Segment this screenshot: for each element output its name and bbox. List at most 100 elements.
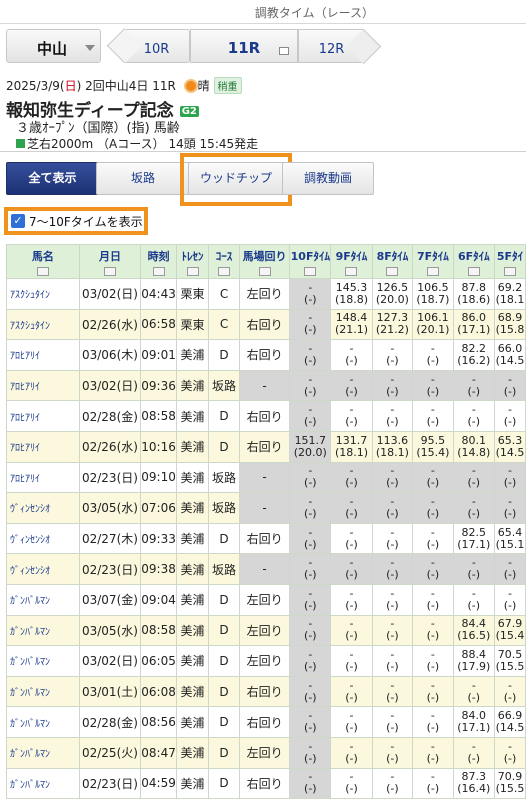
race-weekday: 日 — [64, 79, 77, 93]
horse-name-link[interactable]: ｱｽｸｼｭﾀｲﾝ — [6, 278, 80, 310]
lap-value: (18.6) — [457, 292, 491, 306]
sort-icon[interactable] — [345, 267, 358, 276]
column-header[interactable]: 8Fﾀｲﾑ — [371, 244, 414, 279]
filter-all-button[interactable]: 全て表示 — [6, 162, 99, 195]
lap-value: (-) — [345, 782, 358, 796]
lap-value: (-) — [304, 629, 317, 643]
horse-name-link[interactable]: ｳﾞｨﾝｾﾝｼｵ — [6, 553, 80, 585]
cell-center: 美浦 — [175, 369, 210, 402]
cell-date: 02/23(日) — [78, 767, 142, 800]
table-row[interactable]: ｱﾛﾋｱﾘｲ 02/26(水) 10:16 美浦 D 右回り 151.7 (20.0) 131.… — [6, 430, 526, 463]
sort-icon[interactable] — [152, 267, 165, 276]
cell-t7: - (-) — [412, 492, 454, 524]
cell-t9: - (-) — [330, 522, 373, 555]
table-row[interactable]: ｶﾞﾝﾊﾞﾙﾏﾝ 02/28(金) 08:56 美浦 D 右回り - (-) - (-) - (-) -… — [6, 706, 526, 738]
lap-value: (-) — [386, 690, 399, 704]
training-table-wrap[interactable]: 馬名 月日 時刻 ﾄﾚｾﾝ ｺｰｽ 馬場回り 10Fﾀｲﾑ 9Fﾀｲﾑ 8Fﾀｲﾑ 7Fﾀｲﾑ 6F… — [6, 244, 526, 812]
cell-date: 03/02(日) — [78, 645, 142, 677]
horse-name-link[interactable]: ｶﾞﾝﾊﾞﾙﾏﾝ — [6, 675, 80, 708]
table-row[interactable]: ｱｽｸｼｭﾀｲﾝ 03/02(日) 04:43 栗東 C 左回り - (-) 145.3 (18.… — [6, 278, 526, 310]
lap-value: (-) — [503, 476, 517, 490]
cell-t9: 145.3 (18.8) — [330, 278, 373, 310]
time-toggle-label[interactable]: 7〜10Fタイムを表示 — [29, 213, 143, 230]
lap-value: (-) — [426, 568, 440, 582]
table-row[interactable]: ｱﾛﾋｱﾘｲ 03/06(木) 09:01 美浦 D 右回り - (-) - (-) - (-) - (-… — [6, 339, 526, 371]
filter-slope-button[interactable]: 坂路 — [96, 162, 190, 195]
sort-icon[interactable] — [103, 267, 116, 276]
horse-name-link[interactable]: ｳﾞｨﾝｾﾝｼｵ — [6, 492, 80, 524]
cell-t10: - (-) — [289, 583, 332, 616]
next-race-tab[interactable]: 12R — [298, 29, 364, 63]
race-number: 11R — [152, 79, 176, 93]
column-header[interactable]: 月日 — [78, 244, 142, 279]
time-toggle-frame: ✓ 7〜10Fタイムを表示 — [4, 207, 148, 235]
horse-name-link[interactable]: ｶﾞﾝﾊﾞﾙﾏﾝ — [6, 736, 80, 769]
cell-course: 坂路 — [208, 553, 240, 585]
column-header[interactable]: ｺｰｽ — [208, 244, 240, 279]
table-row[interactable]: ｶﾞﾝﾊﾞﾙﾏﾝ 02/23(日) 04:59 美浦 D 右回り - (-) - (-) - (-) -… — [6, 767, 526, 800]
prev-race-tab[interactable]: 10R — [124, 29, 190, 63]
column-header[interactable]: 5Fﾀｲ — [494, 244, 526, 279]
cell-time: 09:38 — [140, 553, 177, 585]
column-header[interactable]: 10Fﾀｲﾑ — [289, 244, 332, 279]
cell-t5: 70.5 (15.5 — [494, 645, 526, 677]
page-title: 調教タイム（レース） — [254, 6, 374, 20]
horse-name-link[interactable]: ｱﾛﾋｱﾘｲ — [6, 461, 80, 494]
horse-name-link[interactable]: ｶﾞﾝﾊﾞﾙﾏﾝ — [6, 767, 80, 800]
column-header[interactable]: 9Fﾀｲﾑ — [330, 244, 373, 279]
table-row[interactable]: ｳﾞｨﾝｾﾝｼｵ 02/23(日) 09:38 美浦 坂路 - - (-) - (-) - (-) -(… — [6, 553, 526, 585]
table-row[interactable]: ｱﾛﾋｱﾘｲ 03/02(日) 09:36 美浦 坂路 - - (-) - (-) - (-) - (-)… — [6, 369, 526, 402]
horse-name-link[interactable]: ｶﾞﾝﾊﾞﾙﾏﾝ — [6, 583, 80, 616]
cell-course: D — [208, 645, 240, 677]
horse-name-link[interactable]: ｶﾞﾝﾊﾞﾙﾏﾝ — [6, 706, 80, 738]
table-row[interactable]: ｱﾛﾋｱﾘｲ 02/23(日) 09:10 美浦 坂路 - - (-) - (-) - (-) - (-)… — [6, 461, 526, 494]
venue-select[interactable]: 中山 — [6, 29, 101, 63]
cell-t10: - (-) — [289, 400, 332, 432]
checkbox-checked-icon[interactable]: ✓ — [11, 214, 25, 228]
column-header[interactable]: 馬名 — [6, 244, 80, 279]
lap-value: (15.4 — [495, 629, 525, 643]
horse-name-link[interactable]: ｱﾛﾋｱﾘｲ — [6, 400, 80, 432]
lap-value: (-) — [345, 476, 358, 490]
lap-value: (-) — [345, 353, 358, 367]
column-header[interactable]: 6Fﾀｲﾑ — [452, 244, 496, 279]
cell-center: 美浦 — [175, 767, 210, 800]
time-value: 106.5 — [417, 280, 449, 294]
filter-video-button[interactable]: 調教動画 — [282, 162, 374, 195]
table-row[interactable]: ｱｽｸｼｭﾀｲﾝ 02/26(水) 06:58 栗東 C 右回り - (-) 148.4 (21.… — [6, 308, 526, 341]
lap-value: (15.8 — [495, 323, 525, 337]
table-row[interactable]: ｶﾞﾝﾊﾞﾙﾏﾝ 03/01(土) 06:08 美浦 D 右回り - (-) - (-) - (-) -… — [6, 675, 526, 708]
sort-icon[interactable] — [36, 267, 49, 276]
table-row[interactable]: ｳﾞｨﾝｾﾝｼｵ 03/05(水) 07:06 美浦 坂路 - - (-) - (-) - (-) -(… — [6, 492, 526, 524]
table-row[interactable]: ｶﾞﾝﾊﾞﾙﾏﾝ 03/05(水) 08:58 美浦 D 左回り - (-) - (-) - (-) -… — [6, 614, 526, 647]
horse-name-link[interactable]: ｱﾛﾋｱﾘｲ — [6, 430, 80, 463]
sort-icon[interactable] — [386, 267, 399, 276]
horse-name-link[interactable]: ｳﾞｨﾝｾﾝｼｵ — [6, 522, 80, 555]
cell-date: 02/26(水) — [78, 308, 142, 341]
table-row[interactable]: ｶﾞﾝﾊﾞﾙﾏﾝ 03/07(金) 09:04 美浦 D 左回り - (-) - (-) - (-) -… — [6, 583, 526, 616]
horse-name-link[interactable]: ｱｽｸｼｭﾀｲﾝ — [6, 308, 80, 341]
sort-icon[interactable] — [467, 267, 480, 276]
sort-icon[interactable] — [258, 267, 271, 276]
horse-name-link[interactable]: ｱﾛﾋｱﾘｲ — [6, 369, 80, 402]
table-row[interactable]: ｶﾞﾝﾊﾞﾙﾏﾝ 03/02(日) 06:05 美浦 D 左回り - (-) - (-) - (-) -… — [6, 645, 526, 677]
sort-icon[interactable] — [426, 267, 439, 276]
sort-icon[interactable] — [218, 267, 231, 276]
horse-name-link[interactable]: ｱﾛﾋｱﾘｲ — [6, 339, 80, 371]
current-race-tab[interactable]: 11R — [190, 29, 298, 63]
column-header[interactable]: 7Fﾀｲﾑ — [412, 244, 454, 279]
cell-t5: 65.4 (15.1 — [494, 522, 526, 555]
horse-name-link[interactable]: ｶﾞﾝﾊﾞﾙﾏﾝ — [6, 614, 80, 647]
sort-icon[interactable] — [504, 267, 516, 276]
sort-icon[interactable] — [304, 267, 317, 276]
table-row[interactable]: ｳﾞｨﾝｾﾝｼｵ 02/27(木) 09:33 美浦 D 右回り - (-) - (-) - (-) -… — [6, 522, 526, 555]
column-header[interactable]: 時刻 — [140, 244, 177, 279]
filter-bar: 全て表示 坂路 ウッドチップ 調教動画 — [0, 152, 526, 206]
column-header[interactable]: 馬場回り — [238, 244, 291, 279]
cell-turn: 右回り — [238, 767, 291, 800]
horse-name-link[interactable]: ｶﾞﾝﾊﾞﾙﾏﾝ — [6, 645, 80, 677]
sort-icon[interactable] — [186, 267, 199, 276]
column-header[interactable]: ﾄﾚｾﾝ — [175, 244, 210, 279]
table-row[interactable]: ｱﾛﾋｱﾘｲ 02/28(金) 08:58 美浦 D 右回り - (-) - (-) - (-) - (-… — [6, 400, 526, 432]
table-row[interactable]: ｶﾞﾝﾊﾞﾙﾏﾝ 02/25(火) 08:47 美浦 D 左回り - (-) - (-) - (-) -… — [6, 736, 526, 769]
